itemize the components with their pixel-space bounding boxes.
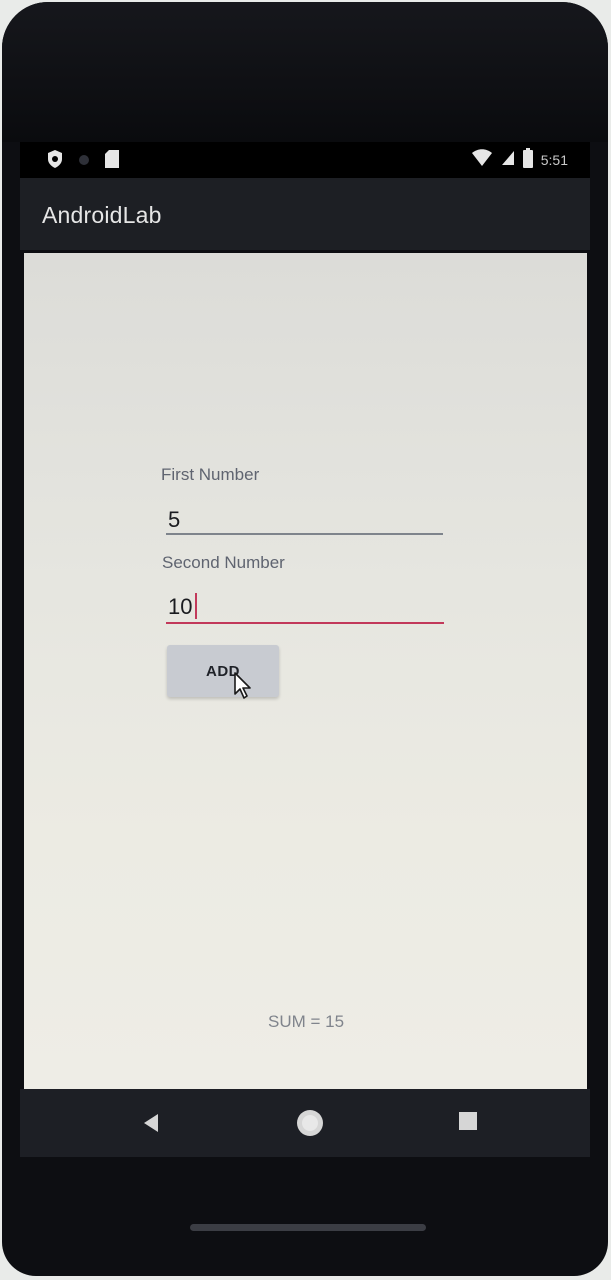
second-number-underline (166, 622, 444, 624)
navigation-bar (20, 1089, 590, 1157)
mouse-pointer-icon (233, 672, 253, 705)
status-bar: 5:51 (20, 142, 590, 178)
recents-icon[interactable] (458, 1111, 478, 1136)
phone-bezel (2, 2, 608, 142)
battery-icon (522, 148, 533, 171)
first-number-input[interactable]: 5 (168, 507, 180, 533)
home-indicator (190, 1224, 426, 1231)
signal-icon (501, 150, 515, 169)
dot-icon (78, 153, 90, 171)
first-number-label: First Number (161, 465, 260, 484)
app-bar: AndroidLab (20, 178, 590, 250)
home-icon[interactable] (296, 1109, 324, 1142)
wifi-icon (471, 149, 493, 170)
add-button[interactable]: ADD (167, 645, 279, 697)
phone-frame: 5:51 AndroidLab First Number 5 Second Nu… (2, 2, 608, 1276)
status-time: 5:51 (540, 151, 568, 168)
back-icon[interactable] (142, 1113, 160, 1138)
sd-card-icon (104, 149, 120, 174)
text-caret (195, 593, 197, 619)
second-number-label: Second Number (162, 553, 285, 572)
status-left-icons (46, 149, 120, 174)
main-content: First Number 5 Second Number 10 ADD SUM … (24, 253, 587, 1089)
shield-icon (46, 149, 64, 174)
status-right-icons: 5:51 (471, 148, 568, 171)
first-number-underline (166, 533, 443, 535)
second-number-input[interactable]: 10 (168, 594, 192, 620)
sum-result: SUM = 15 (268, 1012, 345, 1031)
app-title: AndroidLab (42, 202, 162, 228)
